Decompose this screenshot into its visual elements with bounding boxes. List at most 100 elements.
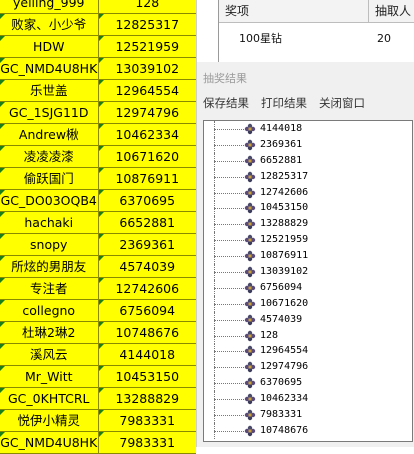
name-cell[interactable]: 所炫的男朋友 [0, 256, 99, 277]
id-cell[interactable]: 12974796 [98, 102, 196, 123]
name-cell[interactable]: HDW [0, 36, 99, 57]
sheet-row: hachaki 6652881 [0, 212, 196, 234]
id-cell[interactable]: 12742606 [98, 278, 196, 299]
result-item[interactable]: 2369361 [204, 136, 412, 153]
name-cell[interactable]: Andrew楸 [0, 124, 99, 145]
prize-table-header: 奖项 抽取人 [219, 0, 414, 23]
id-cell[interactable]: 12825317 [98, 14, 196, 35]
result-item[interactable]: 12825317 [204, 168, 412, 185]
flower-gem-icon [244, 250, 256, 262]
result-item[interactable]: 6756094 [204, 279, 412, 296]
sheet-row: snopy 2369361 [0, 234, 196, 256]
id-cell[interactable]: 13288829 [98, 388, 196, 409]
flower-gem-icon [244, 266, 256, 278]
name-cell[interactable]: hachaki [0, 212, 99, 233]
sheet-row: HDW 12521959 [0, 36, 196, 58]
name-cell[interactable]: 溪风云 [0, 344, 99, 365]
id-cell[interactable]: 7983331 [98, 432, 196, 453]
result-value: 13039102 [260, 266, 309, 278]
name-cell[interactable]: GC_NMD4U8HK [0, 432, 99, 453]
id-cell[interactable]: 2369361 [98, 234, 196, 255]
result-item[interactable]: 10462334 [204, 391, 412, 408]
result-item[interactable]: 12521959 [204, 232, 412, 249]
result-item[interactable]: 12964554 [204, 343, 412, 360]
sheet-row: Mr_Witt 10453150 [0, 366, 196, 388]
id-cell[interactable]: 10462334 [98, 124, 196, 145]
id-cell[interactable]: 6652881 [98, 212, 196, 233]
name-cell[interactable]: Mr_Witt [0, 366, 99, 387]
result-item[interactable]: 10748676 [204, 422, 412, 439]
result-item[interactable]: 6652881 [204, 152, 412, 169]
name-cell[interactable]: 败家、小少爷 [0, 14, 99, 35]
sheet-row: 乐世盖 12964554 [0, 80, 196, 102]
results-window: 抽奖结果 保存结果 打印结果 关闭窗口 4144018 2369361 665288… [196, 62, 414, 447]
prize-count-header[interactable]: 抽取人 [369, 0, 414, 22]
name-cell[interactable]: 乐世盖 [0, 80, 99, 101]
result-item[interactable]: 12974796 [204, 359, 412, 376]
result-value: 2369361 [260, 138, 303, 150]
id-cell[interactable]: 10876911 [98, 168, 196, 189]
sheet-row: GC_DO03OQB4 6370695 [0, 190, 196, 212]
result-value: 12825317 [260, 170, 309, 182]
name-cell[interactable]: GC_DO03OQB4 [0, 190, 99, 211]
id-cell[interactable]: 4574039 [98, 256, 196, 277]
id-cell[interactable]: 10671620 [98, 146, 196, 167]
result-value: 4574039 [260, 313, 303, 325]
result-item[interactable]: 4144018 [204, 121, 412, 137]
prize-item-header[interactable]: 奖项 [219, 0, 369, 22]
id-cell[interactable]: 13039102 [98, 58, 196, 79]
prize-table: 奖项 抽取人 100星钻 20 [218, 0, 414, 62]
id-cell[interactable]: 6370695 [98, 190, 196, 211]
result-value: 6652881 [260, 154, 303, 166]
sheet-row: GC_NMD4U8HK 13039102 [0, 58, 196, 80]
id-cell[interactable]: 12964554 [98, 80, 196, 101]
sheet-row: 败家、小少爷 12825317 [0, 14, 196, 36]
prize-row[interactable]: 100星钻 20 [219, 29, 414, 49]
result-item[interactable]: 4574039 [204, 311, 412, 328]
sheet-row: GC_1SJG11D 12974796 [0, 102, 196, 124]
flower-gem-icon [244, 314, 256, 326]
result-item[interactable]: 10453150 [204, 200, 412, 217]
flower-gem-icon [244, 393, 256, 405]
result-item[interactable]: 6370695 [204, 375, 412, 392]
flower-gem-icon [244, 282, 256, 294]
result-tree-list[interactable]: 4144018 2369361 6652881 12825317 12742606 104… [203, 120, 413, 442]
result-value: 12521959 [260, 234, 309, 246]
flower-gem-icon [244, 361, 256, 373]
save-results-menu-item[interactable]: 保存结果 [197, 92, 255, 114]
name-cell[interactable]: GC_1SJG11D [0, 102, 99, 123]
result-item[interactable]: 128 [204, 327, 412, 344]
result-item[interactable]: 7983331 [204, 407, 412, 424]
id-cell[interactable]: 4144018 [98, 344, 196, 365]
id-cell[interactable]: 10453150 [98, 366, 196, 387]
name-cell[interactable]: GC_NMD4U8HK [0, 58, 99, 79]
id-cell[interactable]: 128 [98, 0, 196, 13]
name-cell[interactable]: 凌凌凌漆 [0, 146, 99, 167]
id-cell[interactable]: 10748676 [98, 322, 196, 343]
id-cell[interactable]: 7983331 [98, 410, 196, 431]
flower-gem-icon [244, 425, 256, 437]
result-item[interactable]: 13039102 [204, 264, 412, 281]
flower-gem-icon [244, 123, 256, 135]
result-item[interactable]: 13288829 [204, 216, 412, 233]
name-cell[interactable]: yelling_999 [0, 0, 99, 13]
id-cell[interactable]: 6756094 [98, 300, 196, 321]
sheet-row: yelling_999 128 [0, 0, 196, 14]
name-cell[interactable]: 偷跃国门 [0, 168, 99, 189]
result-item[interactable]: 12742606 [204, 184, 412, 201]
name-cell[interactable]: 专注者 [0, 278, 99, 299]
close-window-menu-item[interactable]: 关闭窗口 [313, 92, 371, 114]
flower-gem-icon [244, 202, 256, 214]
result-value: 10748676 [260, 424, 309, 436]
result-item[interactable]: 10876911 [204, 248, 412, 265]
flower-gem-icon [244, 330, 256, 342]
id-cell[interactable]: 12521959 [98, 36, 196, 57]
name-cell[interactable]: 悦伊小精灵 [0, 410, 99, 431]
result-item[interactable]: 10671620 [204, 295, 412, 312]
name-cell[interactable]: snopy [0, 234, 99, 255]
name-cell[interactable]: GC_0KHTCRL [0, 388, 99, 409]
print-results-menu-item[interactable]: 打印结果 [255, 92, 313, 114]
name-cell[interactable]: collegno [0, 300, 99, 321]
sheet-row: GC_0KHTCRL 13288829 [0, 388, 196, 410]
name-cell[interactable]: 杜琳2琳2 [0, 322, 99, 343]
